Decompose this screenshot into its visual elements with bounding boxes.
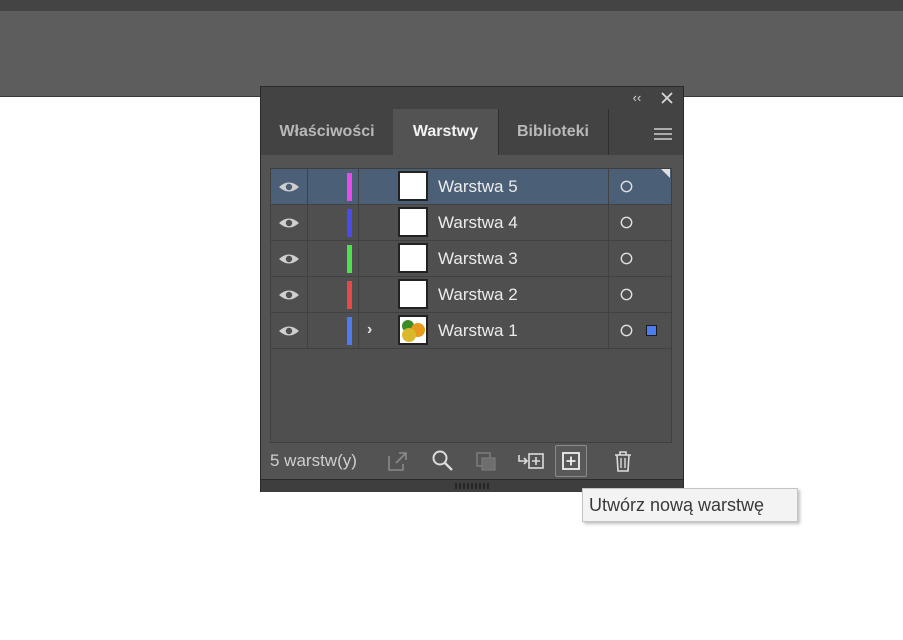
close-icon[interactable] [658, 89, 676, 107]
layer-target-circle-icon[interactable] [620, 180, 633, 193]
layer-name[interactable]: Warstwa 4 [438, 205, 518, 240]
column-divider [307, 277, 308, 312]
current-layer-corner-icon [661, 169, 670, 178]
layer-row-warstwa-3[interactable]: Warstwa 3 [271, 241, 671, 277]
column-divider [608, 241, 609, 276]
visibility-eye-icon[interactable] [278, 252, 300, 266]
new-layer-button[interactable] [555, 445, 587, 477]
visibility-eye-icon[interactable] [278, 180, 300, 194]
column-divider [358, 277, 359, 312]
layer-name[interactable]: Warstwa 3 [438, 241, 518, 276]
layer-thumbnail [398, 171, 428, 201]
layer-target-circle-icon[interactable] [620, 216, 633, 229]
new-layer-tooltip: Utwórz nową warstwę [582, 488, 798, 522]
layers-panel-footer: 5 warstw(y) [261, 443, 683, 479]
layer-name[interactable]: Warstwa 2 [438, 277, 518, 312]
move-to-new-layer-icon[interactable] [516, 448, 544, 474]
column-divider [307, 205, 308, 240]
layer-thumbnail [398, 243, 428, 273]
column-divider [608, 205, 609, 240]
trash-icon[interactable] [610, 448, 636, 474]
grip-icon[interactable] [455, 483, 489, 489]
column-divider [358, 205, 359, 240]
layer-color-bar [347, 281, 352, 309]
tab-libraries[interactable]: Biblioteki [498, 109, 608, 155]
layer-row-warstwa-2[interactable]: Warstwa 2 [271, 277, 671, 313]
column-divider [608, 169, 609, 204]
selection-indicator-square[interactable] [646, 325, 657, 336]
layer-target-circle-icon[interactable] [620, 324, 633, 337]
layer-name[interactable]: Warstwa 1 [438, 313, 518, 348]
layers-panel: ‹‹ Właściwości Warstwy Biblioteki Warstw… [260, 86, 684, 492]
column-divider [358, 313, 359, 348]
layer-target-circle-icon[interactable] [620, 288, 633, 301]
column-divider [358, 241, 359, 276]
layer-thumbnail [398, 207, 428, 237]
expand-chevron-icon[interactable]: › [367, 321, 379, 339]
panel-titlebar[interactable]: ‹‹ [261, 87, 683, 109]
layer-color-bar [347, 317, 352, 345]
layer-target-circle-icon[interactable] [620, 252, 633, 265]
search-icon[interactable] [430, 448, 456, 474]
app-top-strip [0, 0, 903, 11]
layer-row-warstwa-5[interactable]: Warstwa 5 [271, 169, 671, 205]
visibility-eye-icon[interactable] [278, 324, 300, 338]
layer-thumbnail-artwork [398, 315, 428, 345]
column-divider [307, 241, 308, 276]
layer-color-bar [347, 209, 352, 237]
tab-layers[interactable]: Warstwy [393, 109, 498, 155]
layer-name[interactable]: Warstwa 5 [438, 169, 518, 204]
visibility-eye-icon[interactable] [278, 288, 300, 302]
layers-panel-body: Warstwa 5 Warstwa 4 Warstwa 3 Warstwa 2 … [261, 155, 683, 479]
column-divider [608, 277, 609, 312]
column-divider [358, 169, 359, 204]
layer-row-warstwa-4[interactable]: Warstwa 4 [271, 205, 671, 241]
layers-list[interactable]: Warstwa 5 Warstwa 4 Warstwa 3 Warstwa 2 … [270, 168, 672, 443]
column-divider [608, 313, 609, 348]
app-top-area [0, 0, 903, 97]
panel-tabs: Właściwości Warstwy Biblioteki [261, 109, 683, 155]
layer-count: 5 warstw(y) [270, 451, 357, 470]
layer-color-bar [347, 245, 352, 273]
visibility-eye-icon[interactable] [278, 216, 300, 230]
tab-divider [608, 109, 609, 155]
collapse-icon[interactable]: ‹‹ [629, 90, 645, 106]
panel-menu-icon[interactable] [654, 127, 672, 140]
column-divider [307, 169, 308, 204]
layer-color-bar [347, 173, 352, 201]
export-icon[interactable] [385, 448, 411, 474]
new-layer-icon [562, 452, 580, 470]
column-divider [307, 313, 308, 348]
tab-properties[interactable]: Właściwości [261, 109, 393, 155]
layer-thumbnail [398, 279, 428, 309]
layer-row-warstwa-1[interactable]: › Warstwa 1 [271, 313, 671, 349]
clipping-mask-icon[interactable] [473, 448, 499, 474]
